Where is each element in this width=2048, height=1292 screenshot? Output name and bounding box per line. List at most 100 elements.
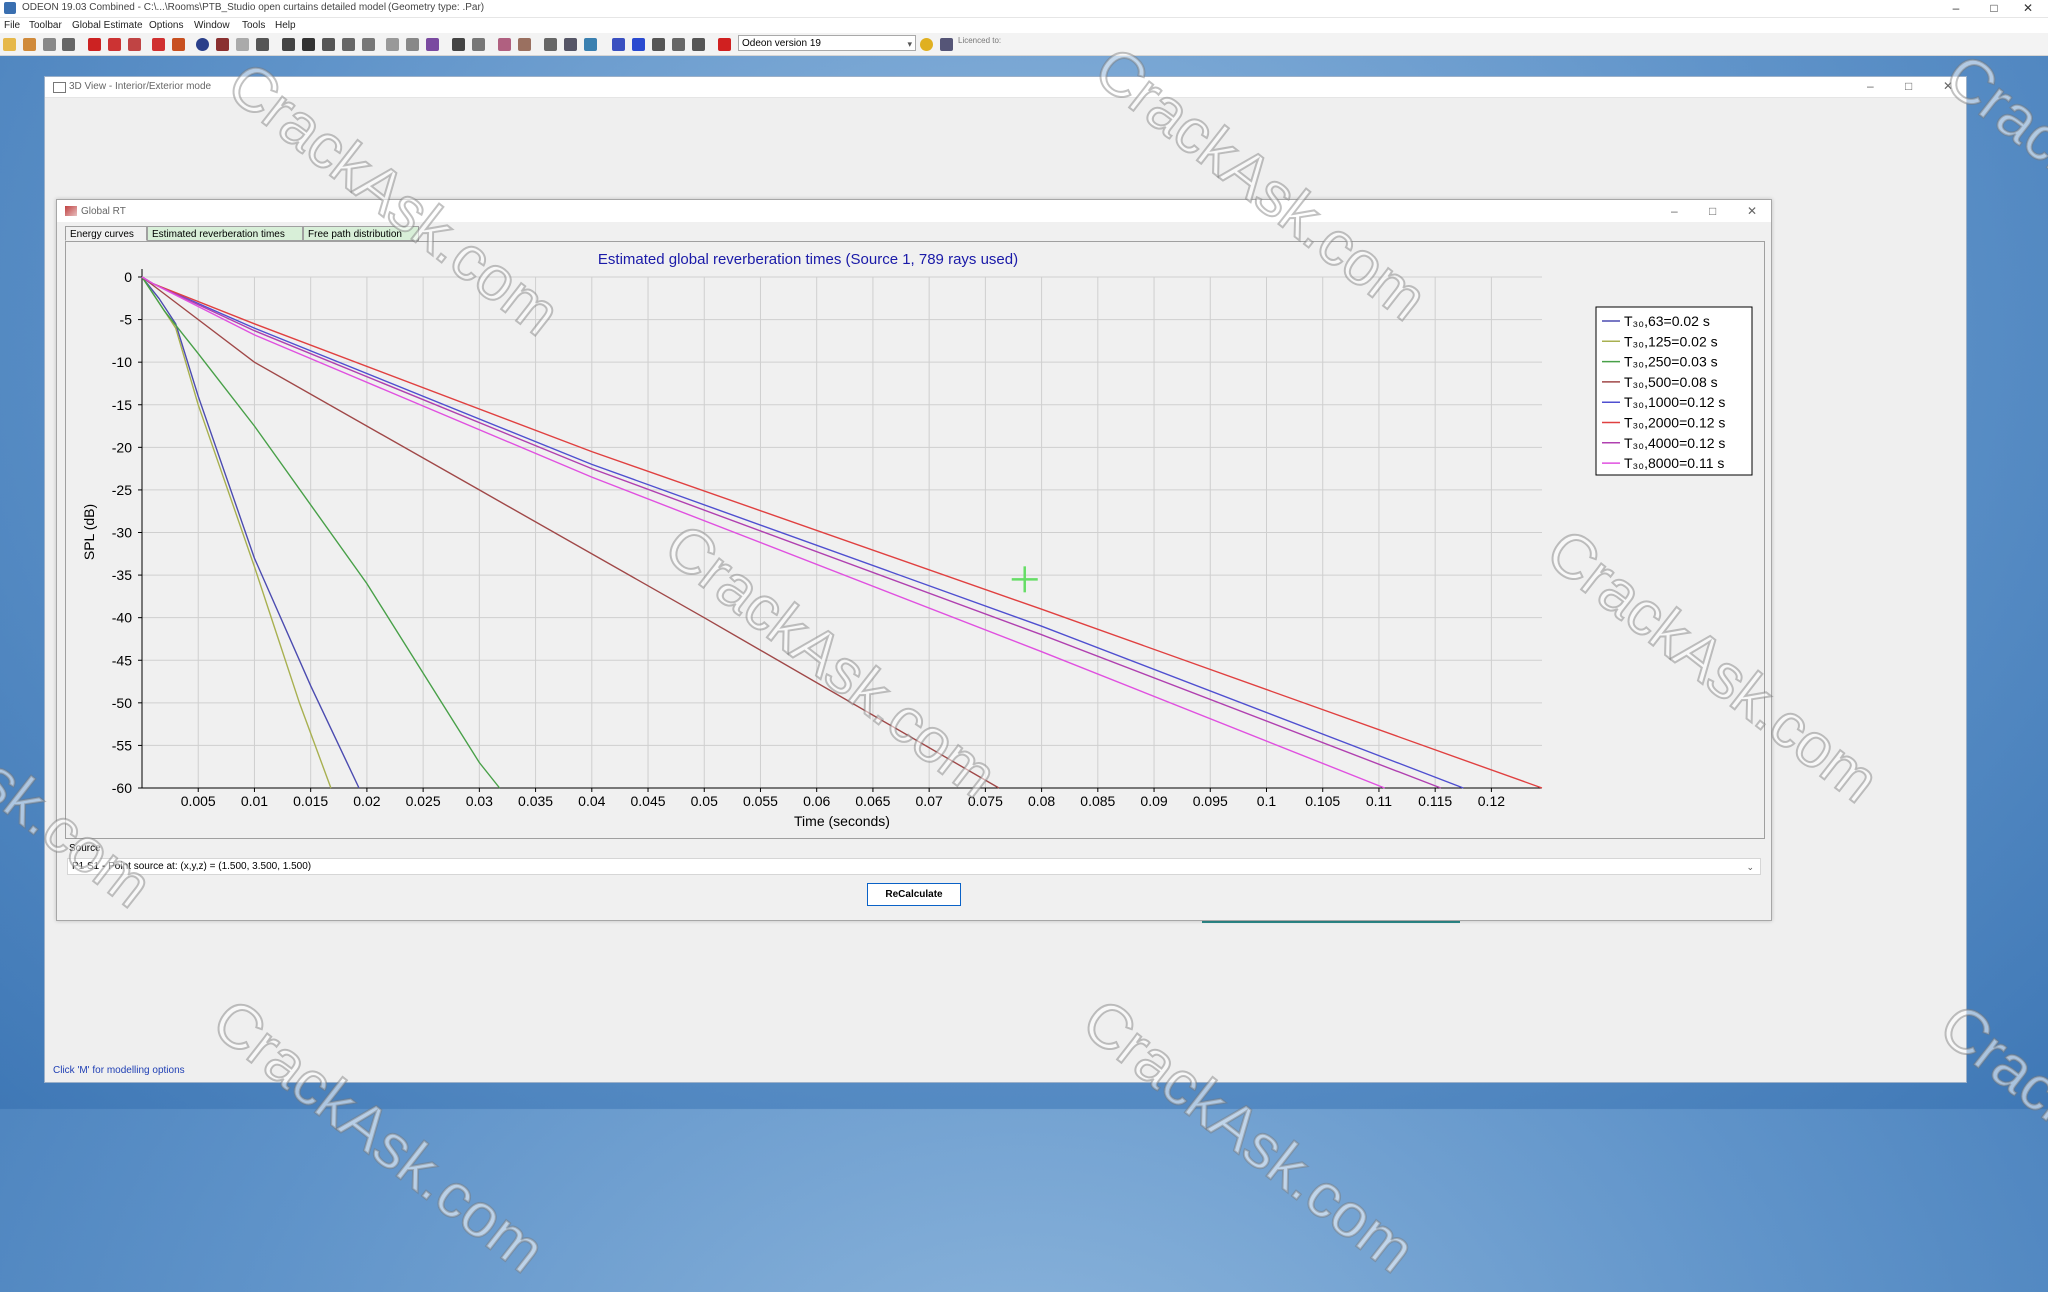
x-tick-label: 0.12 xyxy=(1478,793,1505,809)
modelling-hint: Click 'M' for modelling options xyxy=(53,1065,185,1076)
open-folder-icon[interactable] xyxy=(3,38,16,51)
menu-window[interactable]: Window xyxy=(194,20,230,31)
help-icon[interactable] xyxy=(692,38,705,51)
info-icon[interactable] xyxy=(196,38,209,51)
x-tick-label: 0.07 xyxy=(916,793,943,809)
reverberation-plot: 0.005 0.01 0.015 0.02 0.025 0.03 0.035 0.04 0.04… xyxy=(65,241,1765,839)
screen-icon[interactable] xyxy=(584,38,597,51)
legend-label: T₃₀,2000=0.12 s xyxy=(1624,415,1725,431)
source-select[interactable]: P1 S1 - Point source at: (x,y,z) = (1.50… xyxy=(67,858,1761,875)
menu-tools[interactable]: Tools xyxy=(242,20,265,31)
map-icon[interactable] xyxy=(406,38,419,51)
x-tick-label: 0.01 xyxy=(241,793,268,809)
key-icon[interactable] xyxy=(940,38,953,51)
tab-energy-curves[interactable]: Energy curves xyxy=(65,226,147,241)
chart-title: Estimated global reverberation times (So… xyxy=(598,251,1018,268)
y-axis-label: SPL (dB) xyxy=(81,504,97,560)
maximize-icon[interactable]: □ xyxy=(1709,204,1716,218)
tab-free-path-distribution[interactable]: Free path distribution xyxy=(303,226,419,241)
tab-estimated-reverberation-times[interactable]: Estimated reverberation times xyxy=(147,226,303,241)
menu-options[interactable]: Options xyxy=(149,20,183,31)
maximize-icon[interactable]: □ xyxy=(1905,79,1912,93)
y-tick-label: -5 xyxy=(120,312,133,328)
x-axis-label: Time (seconds) xyxy=(794,813,890,829)
nodes-icon[interactable] xyxy=(256,38,269,51)
decay-icon[interactable] xyxy=(386,38,399,51)
y-tick-label: -20 xyxy=(112,439,132,455)
y-tick-label: -50 xyxy=(112,695,132,711)
x-tick-label: 0.04 xyxy=(578,793,605,809)
x-tick-label: 0.065 xyxy=(855,793,890,809)
reflect-icon[interactable] xyxy=(652,38,665,51)
ray-icon[interactable] xyxy=(612,38,625,51)
x-tick-label: 0.085 xyxy=(1080,793,1115,809)
x-tick-label: 0.005 xyxy=(181,793,216,809)
play-icon[interactable] xyxy=(632,38,645,51)
tool-icon[interactable] xyxy=(472,38,485,51)
scissors-icon[interactable] xyxy=(302,38,315,51)
menu-bar: File Toolbar Global Estimate Options Win… xyxy=(0,18,2048,33)
global-rt-window: Global RT – □ ✕ Energy curves Estimated … xyxy=(56,199,1772,921)
menu-toolbar[interactable]: Toolbar xyxy=(29,20,62,31)
chart-icon xyxy=(65,206,77,216)
odeon-icon[interactable] xyxy=(718,38,731,51)
print-icon[interactable] xyxy=(62,38,75,51)
grid-icon[interactable] xyxy=(236,38,249,51)
calc-icon[interactable] xyxy=(216,38,229,51)
y-tick-label: -35 xyxy=(112,567,132,583)
source-select-value: P1 S1 - Point source at: (x,y,z) = (1.50… xyxy=(72,861,312,872)
close-icon[interactable]: ✕ xyxy=(1747,204,1757,218)
minimize-icon[interactable]: – xyxy=(1671,204,1678,218)
cube-icon xyxy=(53,82,66,93)
table-icon[interactable] xyxy=(282,38,295,51)
x-tick-label: 0.055 xyxy=(743,793,778,809)
source-icon[interactable] xyxy=(152,38,165,51)
recalculate-button[interactable]: ReCalculate xyxy=(867,883,961,906)
x-tick-label: 0.03 xyxy=(466,793,493,809)
surface-icon[interactable] xyxy=(108,38,121,51)
legend-label: T₃₀,8000=0.11 s xyxy=(1624,455,1724,471)
legend-label: T₃₀,4000=0.12 s xyxy=(1624,435,1725,451)
menu-global-estimate[interactable]: Global Estimate xyxy=(72,20,143,31)
x-tick-label: 0.06 xyxy=(803,793,830,809)
legend-label: T₃₀,63=0.02 s xyxy=(1624,313,1710,329)
chart-svg: 0.005 0.01 0.015 0.02 0.025 0.03 0.035 0.04 0.04… xyxy=(81,251,1753,829)
y-tick-label: -25 xyxy=(112,482,132,498)
global-rt-titlebar: Global RT – □ ✕ xyxy=(57,200,1771,222)
minimize-icon[interactable]: – xyxy=(1936,0,1976,17)
wire-icon[interactable] xyxy=(498,38,511,51)
receiver-icon[interactable] xyxy=(172,38,185,51)
sun-icon[interactable] xyxy=(920,38,933,51)
grid-map-icon[interactable] xyxy=(672,38,685,51)
version-select-value: Odeon version 19 xyxy=(742,38,821,49)
headphone-icon[interactable] xyxy=(362,38,375,51)
chevron-down-icon: ⌄ xyxy=(1746,862,1754,872)
room-icon[interactable] xyxy=(88,38,101,51)
matrix-icon[interactable] xyxy=(342,38,355,51)
cube-icon[interactable] xyxy=(544,38,557,51)
x-tick-label: 0.105 xyxy=(1305,793,1340,809)
chevron-down-icon: ▾ xyxy=(907,39,912,49)
view3d-titlebar: 3D View - Interior/Exterior mode – □ ✕ xyxy=(45,77,1966,98)
version-select[interactable]: Odeon version 19 ▾ xyxy=(738,35,916,51)
material-icon[interactable] xyxy=(128,38,141,51)
y-tick-label: -40 xyxy=(112,610,132,626)
close-icon[interactable]: ✕ xyxy=(2008,0,2048,17)
measure-icon[interactable] xyxy=(322,38,335,51)
source-label: Source xyxy=(69,843,101,854)
texture-icon[interactable] xyxy=(518,38,531,51)
view3d-title: 3D View - Interior/Exterior mode xyxy=(69,81,212,92)
speaker-icon[interactable] xyxy=(452,38,465,51)
x-tick-label: 0.095 xyxy=(1193,793,1228,809)
menu-file[interactable]: File xyxy=(4,20,20,31)
save-icon[interactable] xyxy=(43,38,56,51)
x-tick-label: 0.02 xyxy=(353,793,380,809)
minimize-icon[interactable]: – xyxy=(1867,79,1874,93)
view-icon[interactable] xyxy=(564,38,577,51)
x-tick-label: 0.075 xyxy=(968,793,1003,809)
chart-icon[interactable] xyxy=(426,38,439,51)
close-icon[interactable]: ✕ xyxy=(1943,79,1953,93)
menu-help[interactable]: Help xyxy=(275,20,296,31)
odeon-app-icon xyxy=(4,2,16,14)
edit-icon[interactable] xyxy=(23,38,36,51)
